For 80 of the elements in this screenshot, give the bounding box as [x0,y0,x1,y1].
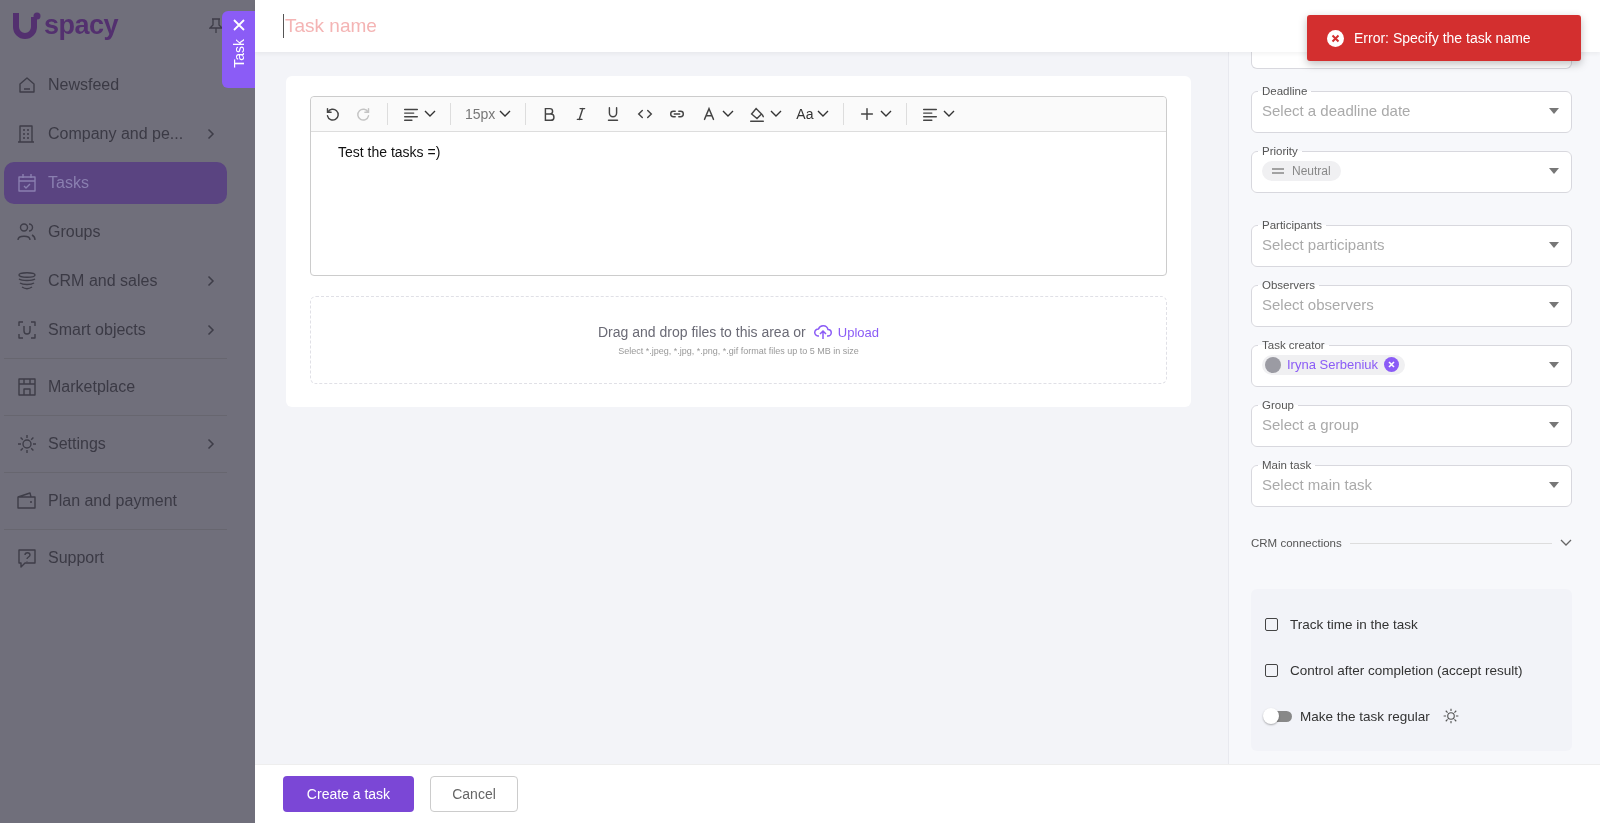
upload-hint: Select *.jpeg, *.jpg, *.png, *.gif format files up to 5 MB in size [618,346,859,356]
side-tab[interactable]: Task [222,11,255,88]
file-drop-area[interactable]: Drag and drop files to this area or Upload Select *.jpeg, *.jpg, *.png, *.gif format files up to 5 MB in size [310,296,1167,384]
chevron-right-icon [207,275,215,287]
drop-text: Drag and drop files to this area or [598,324,806,340]
toggle-label: Make the task regular [1300,708,1430,724]
menu-icon [16,547,38,569]
tab-label: Task [230,39,247,68]
select-field[interactable]: Priority Neutral [1251,145,1572,193]
caret-icon [817,110,830,118]
chevron-right-icon [207,128,215,140]
field-label: Priority [1261,145,1299,157]
checkbox-label: Track time in the task [1290,616,1418,632]
avatar [1265,356,1281,373]
toggle-switch[interactable] [1265,710,1292,722]
menu-icon [16,376,38,398]
crm-connections-toggle[interactable]: CRM connections [1251,537,1572,549]
select-field[interactable]: Task creator Iryna Serbeniuk [1251,339,1572,387]
chevron-right-icon [207,324,215,336]
close-icon[interactable] [232,19,245,31]
logo-icon [12,10,42,41]
caret-icon [770,110,783,118]
chevron-icon [1560,539,1572,547]
placeholder-text: Select participants [1262,236,1385,253]
placeholder-text: Select a deadline date [1262,102,1411,119]
remove-icon[interactable] [1384,357,1400,372]
caret-icon [1549,481,1559,488]
editor-text: Test the tasks =) [337,143,442,162]
caret-icon [1549,421,1559,428]
toolbar-dropdown[interactable]: 15px [461,106,516,122]
menu-icon [16,221,38,243]
caret-icon [1549,301,1559,308]
select-field[interactable]: Group Select a group [1251,399,1572,447]
format-icon [748,105,767,123]
menu-icon [16,172,38,194]
upload-cloud-icon [813,324,832,340]
checkbox[interactable] [1265,663,1278,677]
settings-icon[interactable] [1441,707,1460,725]
placeholder-text: Select a group [1262,416,1359,433]
chevron-right-icon [207,438,215,450]
pin-icon[interactable] [209,17,223,34]
field-label: Main task [1261,459,1313,471]
caret-icon [1549,241,1559,248]
select-field[interactable]: Participants Select participants [1251,219,1572,267]
field-label: Deadline [1261,85,1309,97]
caret-icon [1549,167,1559,174]
caret-icon [943,110,956,118]
caret-icon [424,110,436,118]
upload-link[interactable]: Upload [813,324,879,340]
select-field[interactable]: Deadline Select a deadline date [1251,85,1572,133]
error-message: Error: Specify the task name [1354,30,1531,46]
equals-icon [1272,166,1284,175]
priority-chip: Neutral [1262,160,1341,181]
field-label: Group [1261,399,1295,411]
placeholder-text: Select main task [1262,476,1373,493]
caret-icon [880,110,893,118]
menu-icon [16,490,38,512]
caret-icon [1549,107,1559,114]
create-button[interactable]: Create a task [283,776,414,812]
toolbar-dropdown[interactable]: Aa [792,106,834,122]
menu-icon [16,74,38,96]
menu-icon [16,433,38,455]
checkbox-label: Control after completion (accept result) [1290,662,1523,678]
user-chip: Iryna Serbeniuk [1262,354,1406,375]
field-label: Observers [1261,279,1317,291]
text-editor[interactable]: 15px Aa Test the tasks =) [310,96,1167,276]
field-label: Task creator [1261,339,1326,351]
cancel-button[interactable]: Cancel [430,776,518,812]
field-label: Participants [1261,219,1324,231]
menu-icon [16,319,38,341]
select-field[interactable]: Observers Select observers [1251,279,1572,327]
placeholder-text: Select observers [1262,296,1374,313]
checkbox[interactable] [1265,617,1278,631]
error-icon [1327,29,1344,47]
select-field[interactable]: Main task Select main task [1251,459,1572,507]
logo-text: spacy [44,10,119,41]
caret-icon [722,110,735,118]
menu-icon [16,270,38,292]
caret-icon [499,110,512,118]
caret-icon [1549,361,1559,368]
